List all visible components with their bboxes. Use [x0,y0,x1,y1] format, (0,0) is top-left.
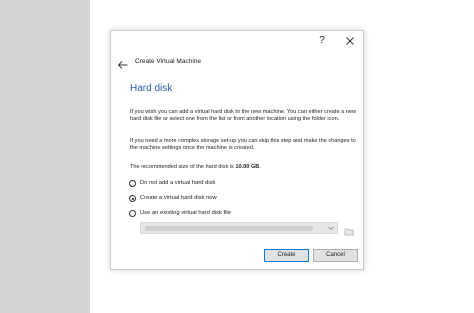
create-button[interactable]: Create [264,249,309,262]
dialog-header: Create Virtual Machine [111,53,363,73]
back-arrow-icon [117,61,128,69]
chevron-down-icon [328,226,334,231]
recommended-suffix: . [259,164,261,170]
recommended-size-text: The recommended size of the hard disk is… [130,164,358,171]
radio-create-disk[interactable]: Create a virtual hard disk now [129,194,329,204]
background-side-panel [0,0,90,313]
help-button[interactable]: ? [316,35,328,47]
intro-text: If you wish you can add a virtual hard d… [130,109,357,123]
dialog-title: Create Virtual Machine [135,58,201,65]
radio-button-selected[interactable] [129,195,136,202]
folder-icon [344,228,354,236]
close-button[interactable] [343,34,357,48]
radio-no-disk[interactable]: Do not add a virtual hard disk [129,179,329,189]
radio-label: Use an existing virtual hard disk file [140,210,231,216]
section-title: Hard disk [130,83,173,94]
radio-button[interactable] [129,210,136,217]
dialog-titlebar: ? [111,31,363,51]
cancel-button[interactable]: Cancel [313,249,358,262]
choose-disk-file-button[interactable] [344,223,354,236]
close-icon [346,37,354,45]
radio-label: Create a virtual hard disk now [140,195,217,201]
existing-disk-select[interactable] [140,222,338,234]
radio-label: Do not add a virtual hard disk [140,180,216,186]
recommended-prefix: The recommended size of the hard disk is [130,164,236,170]
disabled-file-path [145,226,313,231]
radio-existing-disk[interactable]: Use an existing virtual hard disk file [129,209,329,219]
radio-button[interactable] [129,180,136,187]
back-button[interactable] [117,57,129,69]
create-vm-dialog: ? Create Virtual Machine Hard disk If yo… [110,30,364,270]
advanced-text: If you need a more complex storage set-u… [130,138,356,152]
recommended-size-value: 10.00 GB [235,164,260,170]
